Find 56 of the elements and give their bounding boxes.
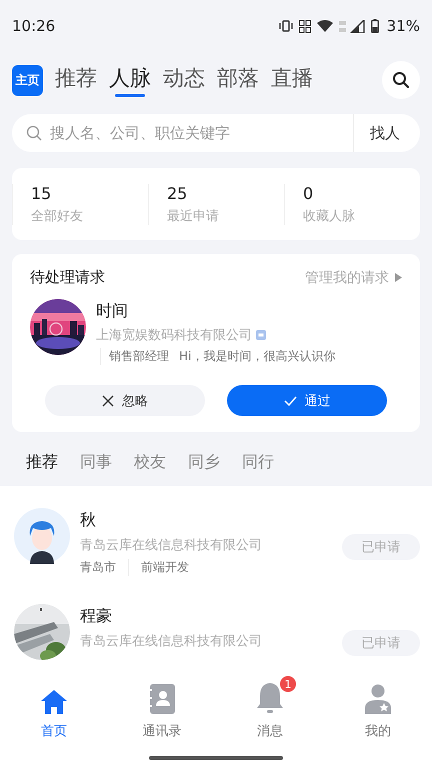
close-icon [102, 394, 114, 406]
header-tab[interactable]: 动态 [163, 64, 205, 96]
avatar-icon [14, 508, 70, 564]
stat-value: 0 [303, 184, 314, 202]
stat-label: 最近申请 [167, 208, 220, 224]
nav-tab[interactable]: 首页 [0, 674, 108, 740]
search-button[interactable] [382, 61, 420, 99]
request-message: Hi，我是时间，很高兴认识你 [179, 348, 336, 365]
nfc-icon [298, 20, 311, 32]
header-tab[interactable]: 推荐 [55, 64, 97, 96]
ignore-button[interactable]: 忽略 [45, 385, 205, 416]
search-icon [392, 71, 410, 89]
signal-icon [338, 20, 365, 32]
home-icon [41, 690, 67, 714]
person-name: 时间 [96, 301, 129, 322]
person-name: 秋 [80, 510, 97, 531]
filter-tab[interactable]: 推荐 [26, 452, 58, 472]
contacts-icon [149, 684, 175, 714]
accept-button[interactable]: 通过 [227, 385, 387, 416]
search-icon [26, 125, 42, 141]
check-icon [284, 396, 296, 406]
stat-label: 全部好友 [31, 208, 84, 224]
section-title: 待处理请求 [30, 268, 105, 287]
nav-tab[interactable]: 我的 [324, 674, 432, 740]
stat-value: 25 [167, 184, 188, 202]
header-tab[interactable]: 直播 [271, 64, 313, 96]
search-field[interactable]: 搜人名、公司、职位关键字 [12, 114, 353, 152]
stat-label: 收藏人脉 [303, 208, 356, 224]
filter-tab[interactable]: 同乡 [188, 452, 220, 472]
header-tab[interactable]: 部落 [217, 64, 259, 96]
job-title: 销售部经理 [100, 348, 169, 365]
nav-tab[interactable]: 1 消息 [216, 674, 324, 740]
bell-icon [256, 682, 284, 714]
company-name: 青岛云库在线信息科技有限公司 [80, 537, 263, 554]
status-time: 10:26 [12, 17, 56, 35]
user-star-icon [364, 684, 392, 714]
job-title: 前端开发 [128, 559, 189, 576]
find-people-button[interactable]: 找人 [353, 114, 420, 152]
company-name: 青岛云库在线信息科技有限公司 [80, 633, 263, 650]
home-logo[interactable]: 主页 [12, 64, 43, 96]
wifi-icon [316, 20, 333, 32]
filter-tab[interactable]: 校友 [134, 452, 166, 472]
battery-level: 31% [386, 17, 420, 35]
person-name: 程豪 [80, 606, 113, 627]
city-label: 青岛市 [80, 559, 116, 576]
header-tab[interactable]: 人脉 [109, 64, 151, 96]
notification-badge: 1 [280, 676, 296, 692]
filter-tab[interactable]: 同行 [242, 452, 274, 472]
company-name: 上海宽娱数码科技有限公司 [96, 327, 252, 344]
vibrate-icon [278, 20, 293, 32]
filter-tab[interactable]: 同事 [80, 452, 112, 472]
play-arrow-icon [395, 273, 402, 282]
verified-badge-icon [256, 330, 266, 340]
battery-icon [370, 19, 379, 33]
stat-value: 15 [31, 184, 52, 202]
nav-tab[interactable]: 通讯录 [108, 674, 216, 740]
